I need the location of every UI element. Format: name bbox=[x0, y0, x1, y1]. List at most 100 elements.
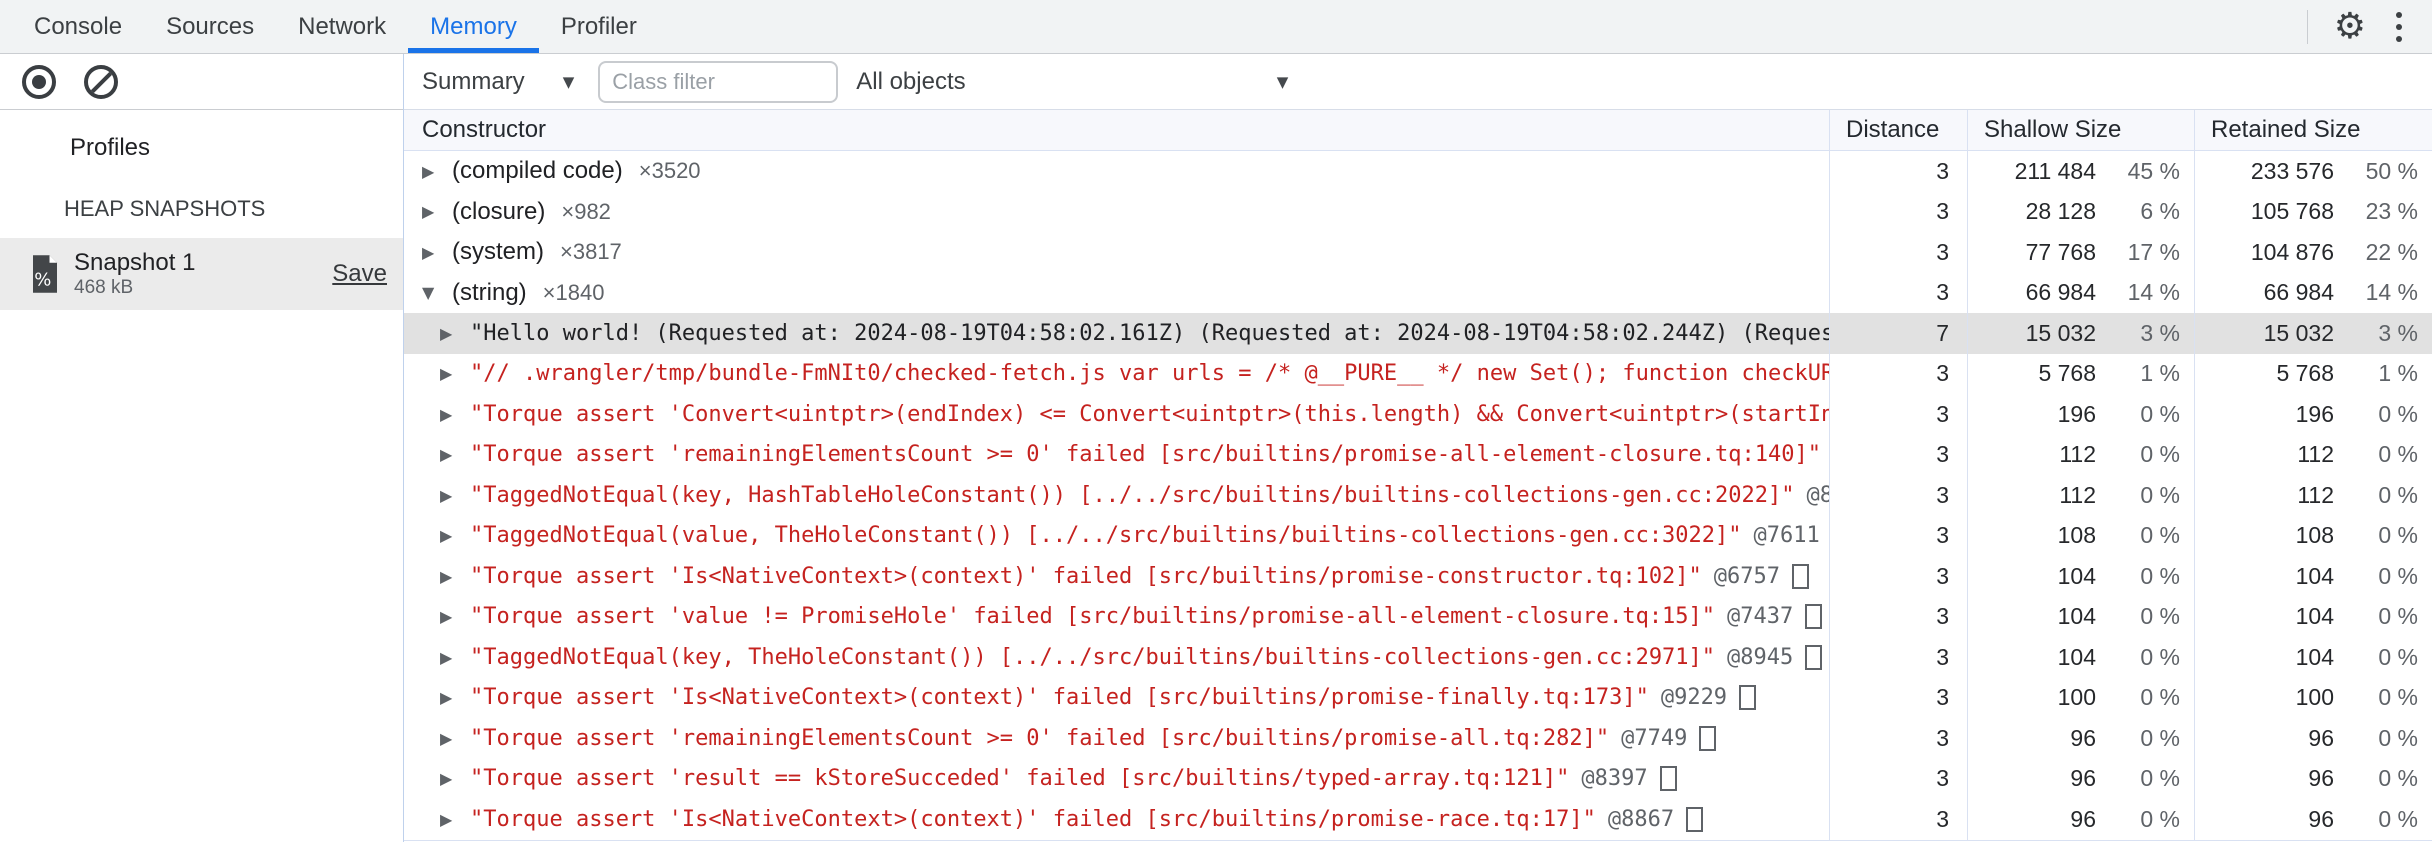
object-filter-select[interactable]: All objects ▼ bbox=[856, 68, 1294, 96]
object-id: @7749 bbox=[1621, 725, 1688, 751]
retained-size-cell: 112 0 % bbox=[2194, 434, 2432, 475]
save-snapshot-link[interactable]: Save bbox=[332, 260, 387, 288]
shallow-size-percent: 0 % bbox=[2140, 684, 2180, 711]
more-options-icon[interactable] bbox=[2392, 8, 2406, 46]
retained-size-percent: 50 % bbox=[2365, 157, 2418, 184]
shallow-size-cell: 96 0 % bbox=[1967, 758, 2194, 799]
table-row[interactable]: ▶ "Torque assert 'Is<NativeContext>(conte… bbox=[404, 677, 2432, 718]
table-row[interactable]: ▶ "TaggedNotEqual(key, TheHoleConstant())… bbox=[404, 637, 2432, 678]
disclosure-triangle-icon[interactable]: ▶ bbox=[440, 405, 470, 424]
shallow-size-value: 100 bbox=[2057, 684, 2096, 711]
disclosure-triangle-icon[interactable]: ▶ bbox=[440, 324, 470, 343]
distance-cell: 3 bbox=[1829, 718, 1967, 759]
column-header-distance[interactable]: Distance bbox=[1829, 110, 1967, 150]
table-row[interactable]: ▼ (string) ×1840 3 66 984 14 % 66 984 14 % bbox=[404, 272, 2432, 313]
disclosure-triangle-icon[interactable]: ▶ bbox=[422, 202, 452, 221]
table-row[interactable]: ▶ "Torque assert 'value != PromiseHole' f… bbox=[404, 596, 2432, 637]
shallow-size-cell: 15 032 3 % bbox=[1967, 313, 2194, 354]
table-row[interactable]: ▶ (system) ×3817 3 77 768 17 % 104 876 22 % bbox=[404, 232, 2432, 273]
disclosure-triangle-icon[interactable]: ▶ bbox=[440, 769, 470, 788]
retained-size-cell: 105 768 23 % bbox=[2194, 191, 2432, 232]
tab-memory[interactable]: Memory bbox=[408, 0, 539, 53]
distance-cell: 3 bbox=[1829, 272, 1967, 313]
disclosure-triangle-icon[interactable]: ▶ bbox=[440, 810, 470, 829]
memory-toolbar: Summary ▼ All objects ▼ bbox=[404, 54, 2432, 110]
table-row[interactable]: ▶ "Hello world! (Requested at: 2024-08-19… bbox=[404, 313, 2432, 354]
record-heap-snapshot-icon[interactable] bbox=[22, 64, 56, 99]
disclosure-triangle-icon[interactable]: ▶ bbox=[440, 688, 470, 707]
tab-sources[interactable]: Sources bbox=[144, 0, 276, 53]
grid-header: Constructor Distance Shallow Size Retain… bbox=[404, 110, 2432, 151]
distance-value: 3 bbox=[1936, 441, 1949, 468]
retained-size-value: 112 bbox=[2297, 441, 2334, 468]
string-value: "TaggedNotEqual(key, HashTableHoleConsta… bbox=[470, 482, 1795, 508]
distance-cell: 3 bbox=[1829, 556, 1967, 597]
table-row[interactable]: ▶ "TaggedNotEqual(key, HashTableHoleConst… bbox=[404, 475, 2432, 516]
table-row[interactable]: ▶ "Torque assert 'Convert<uintptr>(endInd… bbox=[404, 394, 2432, 435]
sidebar-item-snapshot-1[interactable]: % Snapshot 1 468 kB Save bbox=[0, 238, 403, 310]
gear-icon[interactable]: ⚙ bbox=[2334, 8, 2366, 45]
disclosure-triangle-icon[interactable]: ▶ bbox=[440, 526, 470, 545]
disclosure-triangle-icon[interactable]: ▶ bbox=[440, 364, 470, 383]
table-row[interactable]: ▶ "TaggedNotEqual(value, TheHoleConstant(… bbox=[404, 515, 2432, 556]
class-filter-input[interactable] bbox=[598, 60, 839, 103]
disclosure-triangle-icon[interactable]: ▶ bbox=[422, 162, 452, 181]
shallow-size-cell: 100 0 % bbox=[1967, 677, 2194, 718]
distance-value: 3 bbox=[1936, 724, 1949, 751]
shallow-size-value: 104 bbox=[2057, 562, 2096, 589]
disclosure-triangle-icon[interactable]: ▶ bbox=[440, 607, 470, 626]
tab-profiler[interactable]: Profiler bbox=[539, 0, 659, 53]
retained-size-cell: 196 0 % bbox=[2194, 394, 2432, 435]
table-row[interactable]: ▶ "Torque assert 'remainingElementsCount … bbox=[404, 434, 2432, 475]
constructor-cell: ▶ "Torque assert 'Is<NativeContext>(conte… bbox=[404, 799, 1829, 840]
shallow-size-value: 196 bbox=[2057, 400, 2096, 427]
devtools-tab-bar: Console Sources Network Memory Profiler … bbox=[0, 0, 2432, 54]
column-header-retained-size[interactable]: Retained Size bbox=[2194, 110, 2432, 150]
retained-size-percent: 0 % bbox=[2378, 400, 2418, 427]
table-row[interactable]: ▶ "Torque assert 'Is<NativeContext>(conte… bbox=[404, 556, 2432, 597]
retained-size-value: 108 bbox=[2295, 522, 2334, 549]
disclosure-triangle-icon[interactable]: ▼ bbox=[422, 283, 452, 302]
perspective-select[interactable]: Summary ▼ bbox=[422, 68, 598, 96]
table-row[interactable]: ▶ (closure) ×982 3 28 128 6 % 105 768 23 % bbox=[404, 191, 2432, 232]
disclosure-triangle-icon[interactable]: ▶ bbox=[440, 729, 470, 748]
constructor-cell: ▶ "// .wrangler/tmp/bundle-FmNIt0/checked… bbox=[404, 354, 1829, 395]
disclosure-triangle-icon[interactable]: ▶ bbox=[440, 567, 470, 586]
instance-count: ×3520 bbox=[638, 158, 701, 184]
shallow-size-value: 104 bbox=[2057, 643, 2096, 670]
retained-size-percent: 0 % bbox=[2378, 724, 2418, 751]
table-row[interactable]: ▶ "Torque assert 'Is<NativeContext>(conte… bbox=[404, 799, 2432, 840]
shallow-size-percent: 1 % bbox=[2140, 360, 2180, 387]
constructor-cell: ▶ "TaggedNotEqual(key, TheHoleConstant())… bbox=[404, 637, 1829, 678]
disclosure-triangle-icon[interactable]: ▶ bbox=[440, 648, 470, 667]
shallow-size-percent: 0 % bbox=[2140, 562, 2180, 589]
disclosure-triangle-icon[interactable]: ▶ bbox=[440, 445, 470, 464]
object-id: @6757 bbox=[1713, 563, 1781, 589]
retained-size-value: 105 768 bbox=[2250, 198, 2334, 225]
object-id: @8945 bbox=[1727, 644, 1794, 670]
clear-profiles-icon[interactable] bbox=[84, 64, 118, 99]
retained-size-cell: 233 576 50 % bbox=[2194, 151, 2432, 192]
retained-size-percent: 0 % bbox=[2378, 522, 2418, 549]
shallow-size-cell: 196 0 % bbox=[1967, 394, 2194, 435]
table-row[interactable]: ▶ (compiled code) ×3520 3 211 484 45 % 233 576… bbox=[404, 151, 2432, 192]
retained-size-percent: 3 % bbox=[2378, 319, 2418, 346]
retained-size-percent: 0 % bbox=[2378, 684, 2418, 711]
disclosure-triangle-icon[interactable]: ▶ bbox=[440, 486, 470, 505]
disclosure-triangle-icon[interactable]: ▶ bbox=[422, 243, 452, 262]
retained-size-cell: 112 0 % bbox=[2194, 475, 2432, 516]
table-row[interactable]: ▶ "// .wrangler/tmp/bundle-FmNIt0/checked… bbox=[404, 353, 2432, 395]
column-header-shallow-size[interactable]: Shallow Size bbox=[1967, 110, 2194, 150]
table-row[interactable]: ▶ "Torque assert 'result == kStoreSuccede… bbox=[404, 758, 2432, 799]
shallow-size-percent: 0 % bbox=[2140, 603, 2180, 630]
distance-cell: 3 bbox=[1829, 232, 1967, 273]
snapshot-size: 468 kB bbox=[74, 276, 134, 298]
tab-network[interactable]: Network bbox=[276, 0, 408, 53]
shallow-size-cell: 108 0 % bbox=[1967, 515, 2194, 556]
column-header-constructor[interactable]: Constructor bbox=[404, 110, 1829, 150]
retained-size-cell: 104 0 % bbox=[2194, 637, 2432, 678]
retained-size-cell: 104 0 % bbox=[2194, 556, 2432, 597]
table-row[interactable]: ▶ "Torque assert 'remainingElementsCount … bbox=[404, 718, 2432, 759]
tab-bar-divider bbox=[2306, 9, 2308, 44]
tab-console[interactable]: Console bbox=[12, 0, 144, 53]
